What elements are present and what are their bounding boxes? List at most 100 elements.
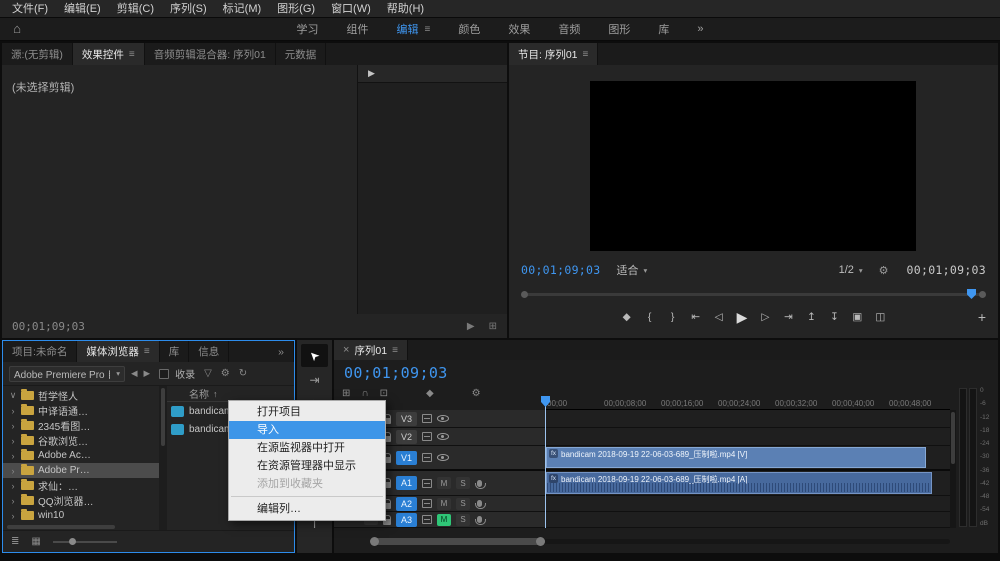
- timeline-playhead[interactable]: [545, 396, 546, 528]
- tree-horizontal-scrollbar[interactable]: [7, 525, 115, 529]
- context-menu-item-open-project[interactable]: 打开项目: [229, 403, 385, 421]
- extract-icon[interactable]: ↧: [829, 311, 839, 323]
- thumbnail-zoom-slider[interactable]: [53, 541, 117, 543]
- go-to-out-icon[interactable]: ⇥: [783, 311, 793, 323]
- mute-button-active[interactable]: M: [437, 514, 451, 526]
- menu-sequence[interactable]: 序列(S): [162, 0, 215, 18]
- disclosure-icon[interactable]: ›: [9, 421, 17, 431]
- tree-item[interactable]: › win10: [3, 508, 159, 523]
- zoom-handle-right[interactable]: [536, 537, 545, 546]
- voiceover-mic-icon[interactable]: [477, 500, 482, 507]
- timeline-timecode[interactable]: 00;01;09;03: [344, 364, 448, 382]
- track-target-v2[interactable]: V2: [396, 430, 417, 444]
- track-lane-a1[interactable]: fx bandicam 2018-09-19 22-06-03-689_压制啦.…: [545, 471, 956, 495]
- filter-icon[interactable]: ▽: [204, 368, 212, 379]
- workspace-tab-editing[interactable]: 编辑: [397, 21, 419, 37]
- track-output-eye-icon[interactable]: [437, 415, 449, 422]
- lift-icon[interactable]: ↥: [806, 311, 816, 323]
- comparison-view-icon[interactable]: ◫: [875, 311, 885, 323]
- tab-media-browser[interactable]: 媒体浏览器 ≡: [77, 341, 159, 362]
- track-lane-a2[interactable]: [545, 496, 956, 511]
- solo-button[interactable]: S: [456, 514, 470, 526]
- voiceover-mic-icon[interactable]: [477, 480, 482, 487]
- list-view-icon[interactable]: ≣: [11, 536, 19, 547]
- tab-program-monitor[interactable]: 节目: 序列01 ≡: [509, 43, 598, 65]
- tab-metadata[interactable]: 元数据: [276, 43, 327, 65]
- zoom-slider-thumb[interactable]: [69, 538, 76, 545]
- step-forward-icon[interactable]: ▷: [760, 311, 770, 323]
- context-menu-item-open-in-source-monitor[interactable]: 在源监视器中打开: [229, 439, 385, 457]
- tree-item-root[interactable]: ∨ 哲学怪人: [3, 388, 159, 403]
- mute-button[interactable]: M: [437, 498, 451, 510]
- video-clip[interactable]: fx bandicam 2018-09-19 22-06-03-689_压制啦.…: [546, 447, 926, 468]
- tab-effect-controls[interactable]: 效果控件 ≡: [73, 43, 145, 65]
- panel-overflow-icon[interactable]: »: [269, 341, 294, 362]
- scrubber-handle-right[interactable]: [979, 291, 986, 298]
- settings-wrench-icon[interactable]: ⚙: [879, 264, 889, 277]
- track-target-v1[interactable]: V1: [396, 451, 417, 465]
- track-target-v3[interactable]: V3: [396, 412, 417, 426]
- timeline-horizontal-scrollbar[interactable]: [370, 537, 950, 546]
- track-select-forward-tool[interactable]: ⇥: [301, 368, 328, 391]
- timeline-vertical-scrollbar[interactable]: [950, 410, 956, 528]
- add-marker-icon[interactable]: ◆: [426, 388, 434, 399]
- panel-menu-icon[interactable]: ≡: [392, 345, 398, 356]
- play-button-icon[interactable]: ▶: [737, 309, 748, 326]
- home-icon[interactable]: ⌂: [8, 21, 26, 37]
- scrubber-track[interactable]: [523, 293, 984, 296]
- tab-source-monitor[interactable]: 源:(无剪辑): [2, 43, 73, 65]
- disclosure-icon[interactable]: ›: [9, 406, 17, 416]
- menu-graphics[interactable]: 图形(G): [269, 0, 323, 18]
- scrubber-handle-left[interactable]: [521, 291, 528, 298]
- timeline-ruler[interactable]: 00;00 00;00;08;00 00;00;16;00 00;00;24;0…: [545, 396, 950, 410]
- tree-item[interactable]: › 2345看图…: [3, 418, 159, 433]
- linked-selection-icon[interactable]: ⊡: [380, 388, 388, 399]
- track-target-a1[interactable]: A1: [396, 476, 417, 490]
- menu-clip[interactable]: 剪辑(C): [109, 0, 162, 18]
- forward-icon[interactable]: ▶: [144, 368, 151, 379]
- program-scrubber[interactable]: [523, 289, 984, 299]
- track-lane-a3[interactable]: [545, 512, 956, 527]
- track-lane-v1[interactable]: fx bandicam 2018-09-19 22-06-03-689_压制啦.…: [545, 446, 956, 469]
- step-back-icon[interactable]: ◁: [714, 311, 724, 323]
- menu-file[interactable]: 文件(F): [4, 0, 56, 18]
- workspace-tab-learning[interactable]: 学习: [297, 21, 319, 37]
- context-menu-item-edit-columns[interactable]: 编辑列…: [229, 500, 385, 518]
- track-output-eye-icon[interactable]: [437, 454, 449, 461]
- timeline-settings-icon[interactable]: ⚙: [472, 388, 481, 399]
- ingest-settings-icon[interactable]: ⚙: [221, 368, 230, 379]
- tree-item[interactable]: › 谷歌浏览…: [3, 433, 159, 448]
- context-menu-item-reveal-in-explorer[interactable]: 在资源管理器中显示: [229, 457, 385, 475]
- workspace-menu-icon[interactable]: ≡: [425, 24, 431, 35]
- nest-icon[interactable]: ⊞: [342, 388, 350, 399]
- back-icon[interactable]: ◀: [131, 368, 138, 379]
- sync-lock-icon[interactable]: [422, 499, 432, 508]
- track-lane-v2[interactable]: [545, 428, 956, 445]
- panel-menu-icon[interactable]: ≡: [129, 49, 135, 60]
- refresh-icon[interactable]: ↻: [239, 368, 247, 379]
- tab-project[interactable]: 项目:未命名: [3, 341, 77, 362]
- tab-info[interactable]: 信息: [189, 341, 229, 362]
- panel-menu-icon[interactable]: ≡: [583, 49, 589, 60]
- video-preview[interactable]: [590, 81, 916, 251]
- disclosure-icon[interactable]: ›: [9, 451, 17, 461]
- tab-audio-clip-mixer[interactable]: 音频剪辑混合器: 序列01: [145, 43, 276, 65]
- track-lane-v3[interactable]: [545, 410, 956, 427]
- workspace-tab-color[interactable]: 颜色: [458, 21, 480, 37]
- add-marker-icon[interactable]: ◆: [622, 311, 632, 323]
- scrubber-playhead[interactable]: [967, 289, 976, 299]
- program-current-timecode[interactable]: 00;01;09;03: [521, 263, 600, 277]
- splitter-scrollbar-thumb[interactable]: [161, 388, 165, 446]
- menu-markers[interactable]: 标记(M): [215, 0, 270, 18]
- track-output-eye-icon[interactable]: [437, 433, 449, 440]
- workspace-tab-libraries[interactable]: 库: [658, 21, 669, 37]
- thumbnail-view-icon[interactable]: ▦: [31, 536, 40, 547]
- workspace-tab-graphics[interactable]: 图形: [608, 21, 630, 37]
- play-icon[interactable]: ▶: [467, 321, 475, 332]
- sync-lock-icon[interactable]: [422, 479, 432, 488]
- disclosure-icon[interactable]: ›: [9, 481, 17, 491]
- location-dropdown[interactable]: Adobe Premiere Pro 自… ▾: [9, 366, 125, 382]
- tree-item-selected[interactable]: › Adobe Pr…: [3, 463, 159, 478]
- selection-tool[interactable]: ➤: [301, 344, 328, 367]
- export-frame-icon[interactable]: ▣: [852, 311, 862, 323]
